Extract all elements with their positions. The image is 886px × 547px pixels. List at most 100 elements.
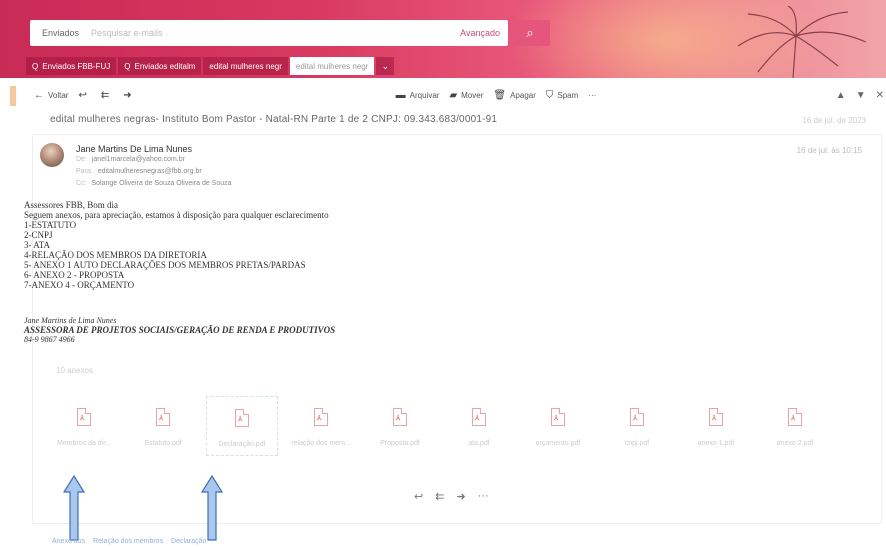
body-line: 1-ESTATUTO	[24, 220, 77, 230]
tab-label: Enviados FBB-FUJ	[42, 61, 111, 71]
pdf-file-icon: ⅄	[709, 408, 723, 426]
back-button[interactable]: ← Voltar	[34, 90, 68, 101]
attachment-item[interactable]: ⅄ cnpj.pdf	[601, 396, 673, 456]
search-placeholder: Pesquisar e-mails	[91, 28, 163, 38]
attachment-name: Estatuto.pdf	[144, 440, 182, 447]
attachment-item[interactable]: ⅄ anexo 2.pdf	[759, 396, 831, 456]
forward-icon[interactable]: ➜	[456, 490, 465, 503]
pdf-file-icon: ⅄	[156, 408, 170, 426]
signature: Jane Martins de Lima Nunes ASSESSORA DE …	[24, 316, 335, 344]
attachment-item[interactable]: ⅄ relação dos mem...	[285, 396, 357, 456]
reply-button[interactable]: ↩	[78, 90, 90, 101]
to-label: Para:	[76, 168, 93, 175]
move-button[interactable]: ▰ Mover	[449, 90, 483, 101]
attachment-item[interactable]: ⅄ Declaração.pdf	[206, 396, 278, 456]
footer-link[interactable]: Declaração	[171, 538, 206, 545]
tab-overflow-chevron-down-icon[interactable]: ⌄	[376, 57, 395, 75]
reply-all-icon[interactable]: ⇇	[435, 490, 444, 503]
from-line: De: janel1marcela@yahoo.com.br	[76, 156, 185, 163]
message-toolbar: ← Voltar ↩ ⇇ ➜ ▬ Arquivar ▰ Mover 🗑 Apag…	[34, 86, 884, 104]
advanced-search-link[interactable]: Avançado	[460, 28, 508, 38]
attachment-name: Proposta.pdf	[380, 440, 420, 447]
forward-icon: ➜	[123, 89, 132, 101]
attachment-item[interactable]: ⅄ orçamento.pdf	[522, 396, 594, 456]
pdf-file-icon: ⅄	[630, 408, 644, 426]
attachment-name: cnpj.pdf	[624, 440, 650, 447]
tab-bar: Q Enviados FBB-FUJ Q Enviados editalm ed…	[26, 57, 395, 75]
more-icon[interactable]: ···	[478, 490, 489, 503]
spam-label: Spam	[557, 90, 579, 100]
search-input[interactable]: Enviados Pesquisar e-mails Avançado	[30, 20, 508, 46]
tab-edital-mulheres-2[interactable]: edital mulheres negr	[289, 57, 375, 75]
pdf-file-icon: ⅄	[788, 408, 802, 426]
footer-links: Anexo dos Relação dos membros Declaração	[52, 538, 212, 545]
attachment-item[interactable]: ⅄ ata.pdf	[443, 396, 515, 456]
more-actions-button[interactable]: ···	[588, 91, 596, 100]
annotation-arrow-up-icon	[62, 474, 86, 541]
attachment-item[interactable]: ⅄ Proposta.pdf	[364, 396, 436, 456]
message-timestamp: 16 de jul. às 10:15	[796, 146, 862, 155]
from-label: De:	[76, 156, 87, 163]
pdf-file-icon: ⅄	[235, 409, 249, 427]
archive-label: Arquivar	[409, 90, 440, 100]
attachments-header[interactable]: 10 anexos	[56, 366, 93, 375]
attachments-list: ⅄ Membros da dir... ⅄ Estatuto.pdf ⅄ Dec…	[40, 396, 840, 458]
shield-icon: ⛉	[545, 89, 554, 101]
delete-button[interactable]: 🗑 Apagar	[493, 90, 536, 101]
pdf-file-icon: ⅄	[472, 408, 486, 426]
tab-enviados-editalm[interactable]: Q Enviados editalm	[118, 57, 202, 75]
left-accent-strip	[10, 86, 16, 106]
move-label: Mover	[461, 90, 484, 100]
archive-button[interactable]: ▬ Arquivar	[396, 90, 440, 101]
body-line: 3- ATA	[24, 240, 51, 250]
previous-message-icon[interactable]: ▲	[836, 90, 846, 101]
archive-icon: ▬	[395, 89, 406, 101]
close-icon[interactable]: ✕	[876, 90, 884, 101]
cc-label: Cc:	[76, 180, 87, 187]
pdf-file-icon: ⅄	[393, 408, 407, 426]
pdf-file-icon: ⅄	[314, 408, 328, 426]
message-subject: edital mulheres negras- Instituto Bom Pa…	[50, 114, 498, 125]
from-email[interactable]: janel1marcela@yahoo.com.br	[92, 156, 185, 163]
footer-link[interactable]: Anexo dos	[52, 538, 85, 545]
forward-button[interactable]: ➜	[123, 90, 135, 101]
attachment-name: relação dos mem...	[291, 440, 351, 447]
attachment-item[interactable]: ⅄ Estatuto.pdf	[127, 396, 199, 456]
tab-enviados-fbb[interactable]: Q Enviados FBB-FUJ	[26, 57, 117, 75]
folder-icon: ▰	[449, 89, 458, 101]
reply-all-icon: ⇇	[100, 89, 110, 101]
attachment-name: Membros da dir...	[56, 440, 112, 447]
sender-name[interactable]: Jane Martins De Lima Nunes	[76, 144, 192, 154]
body-line: 6- ANEXO 2 - PROPOSTA	[24, 270, 125, 280]
tab-label: edital mulheres negr	[209, 61, 282, 71]
spam-button[interactable]: ⛉ Spam	[546, 90, 578, 101]
reply-all-button[interactable]: ⇇	[101, 90, 113, 101]
attachment-item[interactable]: ⅄ Membros da dir...	[48, 396, 120, 456]
search-icon: ⌕	[526, 25, 534, 40]
search-button[interactable]: ⌕	[510, 20, 550, 46]
tab-label: edital mulheres negr	[295, 61, 369, 71]
to-email[interactable]: editalmulheresnegras@fbb.org.br	[98, 168, 202, 175]
body-line: 2-CNPJ	[24, 230, 53, 240]
to-line: Para: editalmulheresnegras@fbb.org.br	[76, 168, 202, 175]
avatar[interactable]	[40, 143, 64, 167]
body-line: 4-RELAÇÃO DOS MEMBROS DA DIRETORIA	[24, 250, 207, 260]
search-folder-select[interactable]: Enviados	[30, 28, 91, 38]
pdf-file-icon: ⅄	[77, 408, 91, 426]
body-line: Seguem anexos, para apreciação, estamos …	[24, 210, 329, 220]
tab-label: Enviados editalm	[134, 61, 196, 71]
attachment-name: Declaração.pdf	[218, 441, 266, 448]
app-header: Enviados Pesquisar e-mails Avançado ⌕ Q …	[0, 0, 886, 78]
cc-name[interactable]: Solange Oliveira de Souza Oliveira de So…	[91, 180, 231, 187]
next-message-icon[interactable]: ▼	[856, 90, 866, 101]
arrow-left-icon: ←	[34, 89, 44, 101]
attachment-name: anexo 1.pdf	[697, 440, 735, 447]
body-line: 5- ANEXO 1 AUTO DECLARAÇÕES DOS MEMBROS …	[24, 260, 306, 270]
tab-edital-mulheres-1[interactable]: edital mulheres negr	[203, 57, 288, 75]
back-label: Voltar	[48, 90, 69, 100]
reply-icon[interactable]: ↩	[414, 490, 423, 503]
signature-phone: 84-9 9867 4966	[24, 335, 75, 344]
search-icon: Q	[124, 61, 131, 71]
attachment-item[interactable]: ⅄ anexo 1.pdf	[680, 396, 752, 456]
footer-link[interactable]: Relação dos membros	[93, 538, 163, 545]
